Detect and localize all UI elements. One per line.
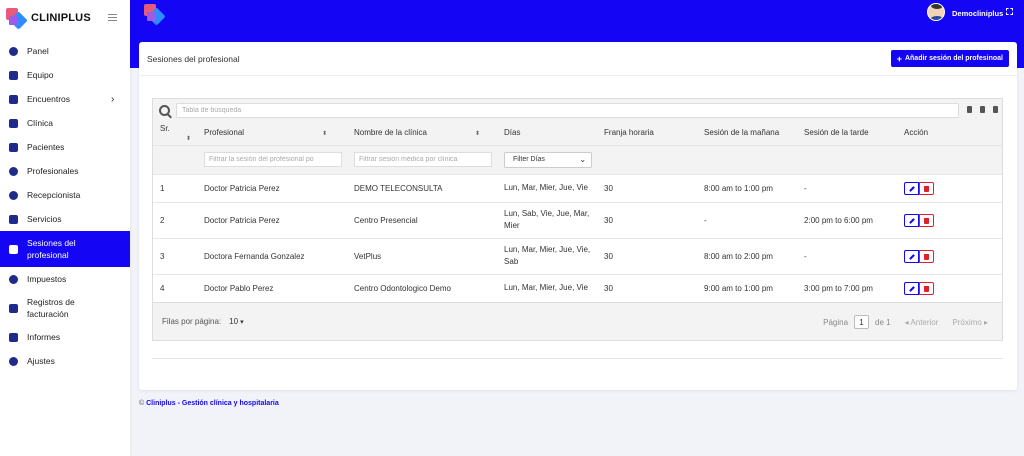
col-accion: Acción xyxy=(897,121,1002,145)
delete-button[interactable] xyxy=(919,181,935,195)
fullscreen-icon[interactable] xyxy=(1006,8,1013,15)
sidebar-item-impuestos[interactable]: Impuestos xyxy=(0,267,130,291)
next-page-button[interactable]: Próximo ▸ xyxy=(952,318,988,327)
search-bar xyxy=(153,99,1002,121)
edit-button[interactable] xyxy=(904,213,920,227)
menu-toggle-icon[interactable] xyxy=(108,14,117,21)
sidebar-nav: Panel Equipo Encuentros › Clínica Pacient… xyxy=(0,39,130,373)
footer-brand-link[interactable]: Cliniplus - Gestión clínica y hospitalar… xyxy=(146,400,279,407)
sidebar-item-sesiones[interactable]: Sesiones del profesional xyxy=(0,231,130,267)
page-title: Sesiones del profesional xyxy=(147,53,240,64)
cliniplus-logo-icon xyxy=(6,8,28,30)
col-franja: Franja horaria xyxy=(597,121,698,145)
prev-page-button[interactable]: ◂ Anterior xyxy=(905,318,939,327)
pagination: Filas por página: 10 ▾ Página 1 de 1 ◂ An… xyxy=(153,302,1002,340)
page-label: Página xyxy=(823,317,849,327)
edit-button[interactable] xyxy=(904,181,920,195)
sessions-table-box: Sr.⬍ Profesional⬍ Nombre de la clínica⬍ … xyxy=(152,98,1003,341)
page-number-input[interactable]: 1 xyxy=(854,315,870,329)
sidebar-item-recepcionista[interactable]: Recepcionista xyxy=(0,183,130,207)
dashboard-icon xyxy=(9,46,18,56)
sidebar-item-equipo[interactable]: Equipo xyxy=(0,63,130,87)
clipboard-icon xyxy=(9,244,18,254)
filter-days-select[interactable]: Filter Días ⌄ xyxy=(504,151,593,168)
table-row: 1 Doctor Patricia Perez DEMO TELECONSULT… xyxy=(153,173,1002,202)
list-icon xyxy=(9,214,18,224)
search-input[interactable] xyxy=(176,102,959,118)
rows-per-page-select[interactable]: 10 ▾ xyxy=(229,317,243,326)
invoice-icon xyxy=(9,303,18,313)
table-row: 2 Doctor Patricia Perez Centro Presencia… xyxy=(153,201,1002,238)
sidebar-item-ajustes[interactable]: Ajustes xyxy=(0,349,130,373)
chart-icon xyxy=(9,332,18,342)
export-csv-icon[interactable] xyxy=(967,106,972,113)
delete-button[interactable] xyxy=(919,281,935,295)
sort-icon[interactable]: ⬍ xyxy=(475,130,480,137)
export-pdf-icon[interactable] xyxy=(993,106,998,113)
edit-button[interactable] xyxy=(904,281,920,295)
table-row: 4 Doctor Pablo Perez Centro Odontologico… xyxy=(153,273,1002,302)
sidebar-item-facturacion[interactable]: Registros de facturación xyxy=(0,291,130,325)
sidebar-item-clinica[interactable]: Clínica xyxy=(0,111,130,135)
col-tarde: Sesión de la tarde xyxy=(797,121,898,145)
delete-button[interactable] xyxy=(919,213,935,227)
col-profesional[interactable]: Profesional ⬍ xyxy=(197,121,348,145)
delete-button[interactable] xyxy=(919,249,935,263)
sidebar: CLINIPLUS Panel Equipo Encuentros › Clíni… xyxy=(0,0,130,456)
page-of-label: de 1 xyxy=(875,317,891,327)
add-session-button[interactable]: + Añadir sesión del profesinoal xyxy=(890,50,1009,67)
edit-button[interactable] xyxy=(904,249,920,263)
user-icon xyxy=(9,166,18,176)
sidebar-item-informes[interactable]: Informes xyxy=(0,325,130,349)
users-icon xyxy=(9,190,18,200)
table-header-row: Sr.⬍ Profesional ⬍ Nombre de la clínica ⬍ … xyxy=(153,121,1002,145)
sidebar-item-profesionales[interactable]: Profesionales xyxy=(0,159,130,183)
export-excel-icon[interactable] xyxy=(980,106,985,113)
sidebar-item-encuentros[interactable]: Encuentros › xyxy=(0,87,130,111)
sessions-table: Sr.⬍ Profesional ⬍ Nombre de la clínica ⬍ … xyxy=(153,121,1002,302)
search-icon xyxy=(159,104,170,116)
filter-row: Filter Días⌄ xyxy=(153,144,1002,174)
footer: © Cliniplus - Gestión clínica y hospital… xyxy=(139,400,279,407)
col-sr[interactable]: Sr.⬍ xyxy=(153,121,198,145)
col-clinica[interactable]: Nombre de la clínica ⬍ xyxy=(347,121,498,145)
filter-professional-input[interactable] xyxy=(204,152,343,167)
tax-icon xyxy=(9,274,18,284)
gear-icon xyxy=(9,356,18,366)
divider xyxy=(152,358,1003,359)
hospital-icon xyxy=(9,118,18,128)
card-header: Sesiones del profesional + Añadir sesión … xyxy=(139,42,1017,76)
rows-per-page-label: Filas por página: xyxy=(162,317,222,326)
col-manana: Sesión de la mañana xyxy=(697,121,798,145)
patients-icon xyxy=(9,142,18,152)
sidebar-item-panel[interactable]: Panel xyxy=(0,39,130,63)
page-controls: Página 1 de 1 ◂ Anterior Próximo ▸ xyxy=(823,315,988,329)
col-dias[interactable]: Días xyxy=(497,121,598,145)
sidebar-item-pacientes[interactable]: Pacientes xyxy=(0,135,130,159)
sidebar-item-servicios[interactable]: Servicios xyxy=(0,207,130,231)
chevron-down-icon: ⌄ xyxy=(579,154,587,164)
table-row: 3 Doctora Fernanda Gonzalez VetPlus Lun,… xyxy=(153,237,1002,274)
calendar-icon xyxy=(9,94,18,104)
plus-icon: + xyxy=(896,53,902,64)
avatar[interactable] xyxy=(927,3,945,21)
username[interactable]: Democliniplus xyxy=(952,9,1003,18)
caret-down-icon: ▾ xyxy=(240,319,244,326)
header-logo-icon[interactable] xyxy=(144,4,166,26)
chevron-right-icon: › xyxy=(111,93,115,105)
sort-icon[interactable]: ⬍ xyxy=(322,130,327,137)
sort-icon[interactable]: ⬍ xyxy=(186,135,191,142)
sessions-card: Sesiones del profesional + Añadir sesión … xyxy=(139,42,1017,390)
brand-name: CLINIPLUS xyxy=(31,12,91,24)
filter-clinic-input[interactable] xyxy=(354,152,493,167)
briefcase-icon xyxy=(9,70,18,80)
export-icons xyxy=(967,106,998,113)
